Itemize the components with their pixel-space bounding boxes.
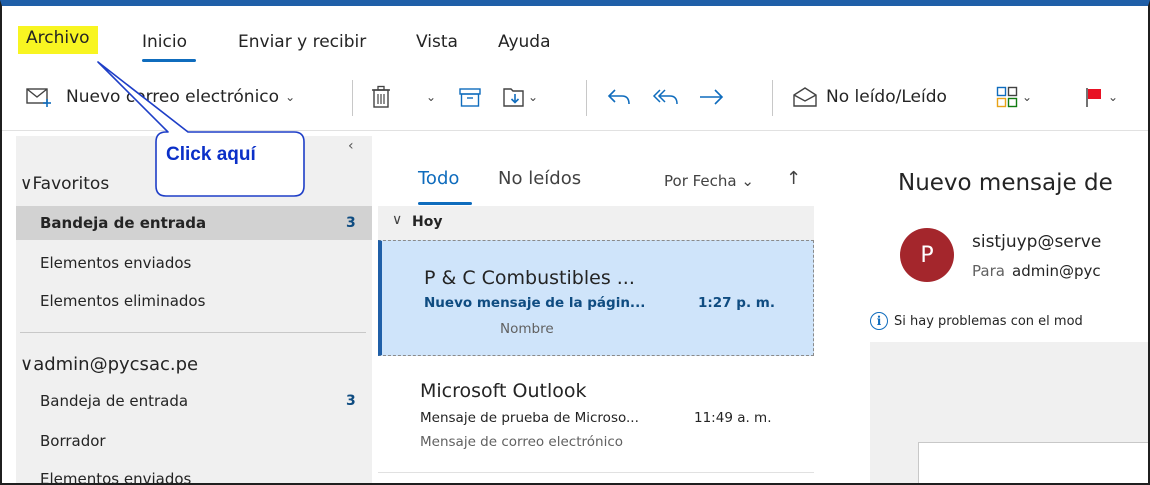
folder-inbox[interactable]: Bandeja de entrada bbox=[40, 392, 188, 410]
sender-address[interactable]: sistjuyp@serve bbox=[972, 232, 1101, 252]
outlook-window: Archivo Inicio Enviar y recibir Vista Ay… bbox=[0, 0, 1150, 485]
callout-text: Click aquí bbox=[166, 144, 256, 165]
categorize-icon bbox=[996, 86, 1018, 108]
reading-subject: Nuevo mensaje de bbox=[898, 170, 1113, 196]
message-sender: Microsoft Outlook bbox=[420, 380, 587, 402]
tab-enviar-y-recibir[interactable]: Enviar y recibir bbox=[238, 32, 366, 52]
chevron-down-icon: ⌄ bbox=[426, 90, 437, 104]
favorites-header[interactable]: ∨Favoritos bbox=[20, 174, 109, 194]
display-problem-text: Si hay problemas con el mod bbox=[894, 313, 1083, 329]
folder-drafts[interactable]: Borrador bbox=[40, 432, 106, 450]
flag-icon bbox=[1086, 88, 1101, 107]
message-preview: Nombre bbox=[500, 321, 554, 337]
new-email-label: Nuevo correo electrónico bbox=[66, 87, 280, 107]
new-email-button[interactable]: Nuevo correo electrónico ⌄ bbox=[26, 82, 295, 112]
ribbon-toolbar: Nuevo correo electrónico ⌄ ⌄ ⌄ No leído/… bbox=[2, 66, 1148, 124]
tab-ayuda[interactable]: Ayuda bbox=[498, 32, 551, 52]
avatar[interactable]: P bbox=[900, 228, 954, 282]
filter-unread-tab[interactable]: No leídos bbox=[498, 168, 581, 189]
forward-icon bbox=[700, 89, 724, 105]
folder-inbox-favorite[interactable]: Bandeja de entrada bbox=[40, 214, 206, 232]
tab-vista[interactable]: Vista bbox=[416, 32, 458, 52]
forward-button[interactable] bbox=[698, 82, 726, 112]
delete-options-button[interactable]: ⌄ bbox=[420, 82, 436, 112]
folder-deleted-favorite[interactable]: Elementos eliminados bbox=[40, 292, 205, 310]
chevron-down-icon[interactable]: ⌄ bbox=[285, 90, 295, 104]
delete-button[interactable] bbox=[370, 82, 392, 112]
folder-divider bbox=[20, 332, 366, 333]
chevron-down-icon: ⌄ bbox=[1108, 90, 1119, 104]
message-time: 1:27 p. m. bbox=[698, 295, 775, 311]
tab-active-indicator bbox=[142, 59, 196, 62]
move-to-button[interactable]: ⌄ bbox=[502, 82, 538, 112]
filter-all-tab[interactable]: Todo bbox=[418, 168, 459, 189]
trash-icon bbox=[372, 85, 390, 108]
chevron-down-icon: ∨ bbox=[392, 212, 403, 228]
archive-button[interactable] bbox=[458, 82, 482, 112]
new-email-icon bbox=[26, 88, 51, 107]
folder-pane: ∨Favoritos Bandeja de entrada 3 Elemento… bbox=[16, 136, 372, 483]
flag-button[interactable]: ⌄ bbox=[1084, 82, 1118, 112]
tab-inicio[interactable]: Inicio bbox=[142, 32, 187, 52]
chevron-down-icon: ⌄ bbox=[528, 90, 539, 104]
message-divider bbox=[378, 472, 814, 473]
menu-bar: Archivo Inicio Enviar y recibir Vista Ay… bbox=[2, 6, 1148, 66]
chevron-down-icon: ⌄ bbox=[1022, 90, 1033, 104]
message-body-content bbox=[918, 442, 1148, 483]
archive-icon bbox=[459, 88, 481, 107]
folder-sent[interactable]: Elementos enviados bbox=[40, 470, 191, 483]
read-unread-button[interactable]: No leído/Leído bbox=[792, 82, 947, 112]
collapse-pane-icon[interactable]: ‹ bbox=[348, 138, 354, 154]
recipient-address[interactable]: admin@pyc bbox=[1012, 262, 1101, 280]
toolbar-divider-line bbox=[2, 130, 1148, 131]
group-label: Hoy bbox=[412, 214, 443, 230]
message-item[interactable]: P & C Combustibles ... Nuevo mensaje de … bbox=[378, 240, 814, 356]
sort-label: Por Fecha bbox=[664, 172, 737, 190]
reading-pane: Nuevo mensaje de P sistjuyp@serve Para a… bbox=[832, 136, 1148, 483]
reply-all-icon bbox=[652, 89, 678, 105]
message-list: Todo No leídos Por Fecha ⌄ ↑ ∨ Hoy P & C… bbox=[378, 136, 814, 483]
message-body bbox=[870, 342, 1148, 483]
toolbar-divider bbox=[772, 80, 773, 116]
message-item[interactable]: Microsoft Outlook Mensaje de prueba de M… bbox=[378, 358, 814, 472]
reply-button[interactable] bbox=[606, 82, 632, 112]
move-to-folder-icon bbox=[503, 88, 524, 107]
message-subject: Nuevo mensaje de la págin... bbox=[424, 295, 646, 311]
avatar-initial: P bbox=[920, 242, 934, 268]
message-subject: Mensaje de prueba de Microso... bbox=[420, 410, 639, 426]
toolbar-divider bbox=[352, 80, 353, 116]
envelope-open-icon bbox=[793, 87, 817, 107]
favorites-label: Favoritos bbox=[32, 174, 110, 194]
reply-all-button[interactable] bbox=[652, 82, 680, 112]
display-problem-notice[interactable]: i Si hay problemas con el mod bbox=[870, 312, 1083, 330]
message-time: 11:49 a. m. bbox=[694, 410, 772, 426]
sort-dropdown[interactable]: Por Fecha ⌄ bbox=[664, 172, 754, 190]
chevron-down-icon: ⌄ bbox=[741, 172, 754, 190]
message-preview: Mensaje de correo electrónico bbox=[420, 434, 624, 450]
tab-archivo[interactable]: Archivo bbox=[18, 26, 98, 54]
to-label: Para bbox=[972, 262, 1005, 280]
categorize-button[interactable]: ⌄ bbox=[996, 82, 1032, 112]
unread-count-badge: 3 bbox=[346, 393, 356, 409]
sort-direction-icon[interactable]: ↑ bbox=[786, 168, 801, 189]
unread-count-badge: 3 bbox=[346, 215, 356, 231]
folder-sent-favorite[interactable]: Elementos enviados bbox=[40, 254, 191, 272]
read-unread-label: No leído/Leído bbox=[826, 87, 947, 107]
toolbar-divider bbox=[586, 80, 587, 116]
reply-icon bbox=[607, 89, 630, 105]
message-sender: P & C Combustibles ... bbox=[424, 267, 635, 289]
group-header[interactable]: ∨ Hoy bbox=[378, 206, 814, 240]
account-header[interactable]: ∨admin@pycsac.pe bbox=[20, 354, 198, 375]
account-label: admin@pycsac.pe bbox=[33, 354, 199, 375]
filter-active-indicator bbox=[418, 202, 472, 205]
info-icon: i bbox=[870, 312, 888, 330]
